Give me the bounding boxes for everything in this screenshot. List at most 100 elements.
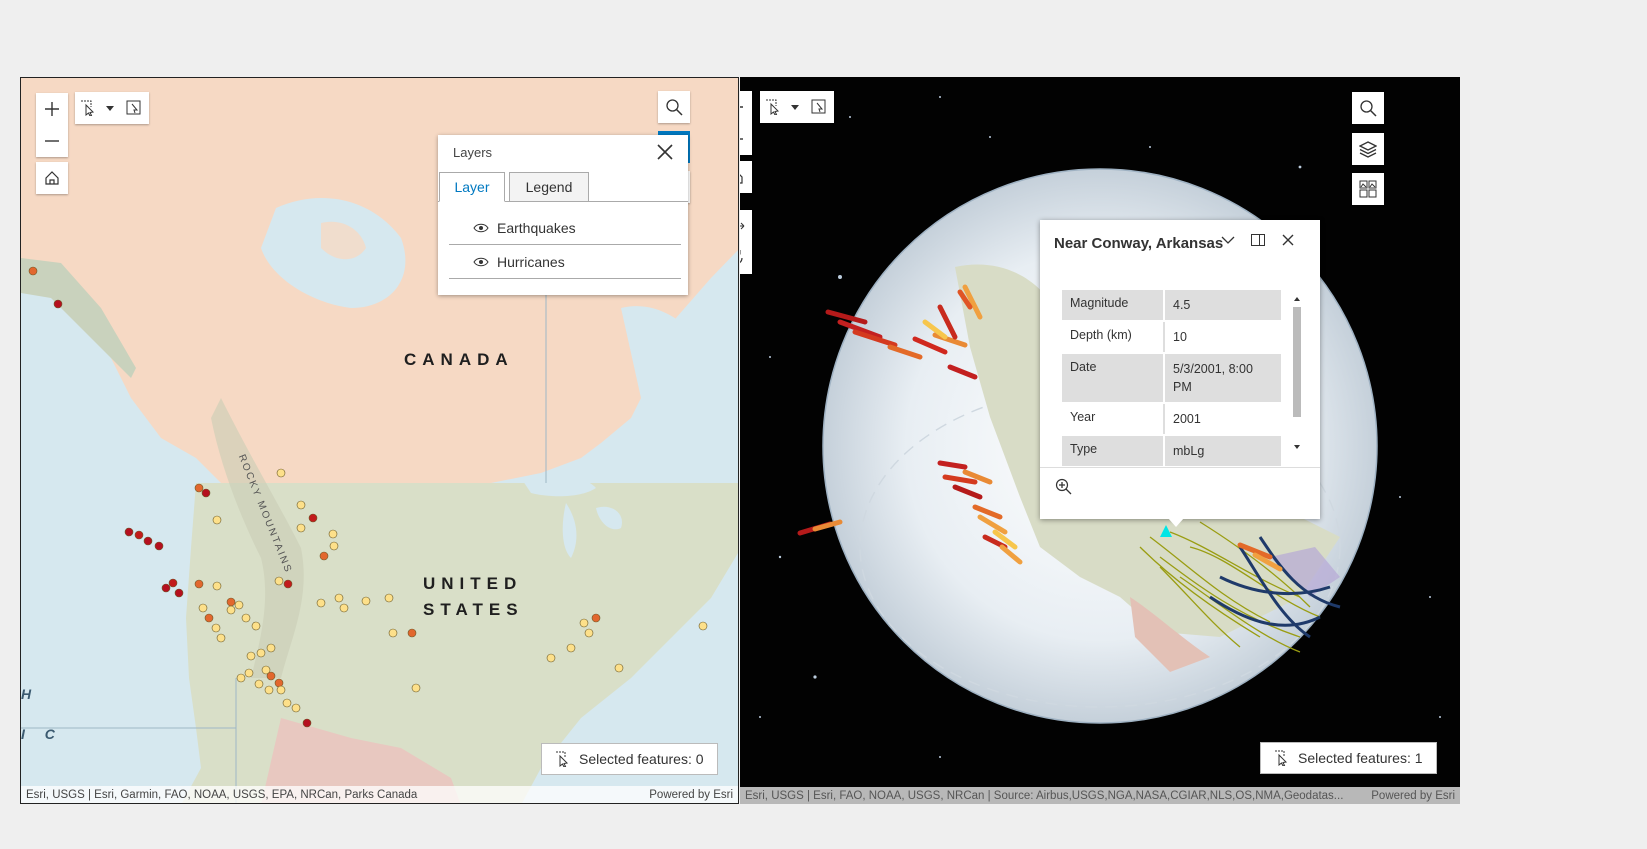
- search-button-3d[interactable]: [1352, 92, 1384, 124]
- zoom-out-button[interactable]: [36, 125, 68, 157]
- popup-row-date: Date 5/3/2001, 8:00 PM: [1062, 354, 1281, 404]
- popup-close-button[interactable]: [1280, 232, 1296, 253]
- home-group-3d: [740, 161, 752, 193]
- selected-features-badge[interactable]: Selected features: 0: [541, 743, 718, 775]
- home-button[interactable]: [36, 162, 68, 194]
- popup-row-depth: Depth (km) 10: [1062, 322, 1281, 354]
- eye-icon[interactable]: [473, 222, 489, 234]
- label-edge-h: H: [21, 686, 32, 702]
- zoom-in-button-3d[interactable]: [740, 91, 752, 123]
- popup-pointer: [1168, 518, 1184, 527]
- pan-button-3d[interactable]: [740, 210, 752, 242]
- powered-by-esri[interactable]: Powered by Esri: [1371, 790, 1455, 802]
- selection-icon: [1275, 750, 1288, 766]
- attribution-text[interactable]: Esri, USGS | Esri, Garmin, FAO, NOAA, US…: [26, 789, 417, 801]
- popup-dock-button[interactable]: [1250, 232, 1266, 253]
- plus-icon: [45, 102, 59, 116]
- feature-popup: Near Conway, Arkansas Magnitude 4.5 Depth…: [1040, 220, 1320, 527]
- search-button[interactable]: [658, 91, 690, 123]
- dock-icon: [1251, 234, 1265, 246]
- tab-layer[interactable]: Layer: [439, 172, 505, 202]
- caret-down-icon: [791, 105, 799, 110]
- popup-field-table: Magnitude 4.5 Depth (km) 10 Date 5/3/2001, …: [1062, 290, 1281, 468]
- search-widget: [658, 91, 690, 123]
- popup-title: Near Conway, Arkansas: [1054, 235, 1224, 252]
- search-widget-3d: [1352, 92, 1384, 124]
- home-button-3d[interactable]: [740, 161, 752, 193]
- field-value: mbLg: [1173, 444, 1205, 458]
- label-united: UNITED: [423, 574, 523, 593]
- selected-features-text: Selected features: 0: [579, 751, 704, 767]
- home-icon: [45, 171, 59, 185]
- label-canada: CANADA: [404, 350, 514, 369]
- select-by-layer-button-3d[interactable]: [804, 91, 834, 123]
- selected-features-text: Selected features: 1: [1298, 750, 1423, 766]
- scene-view-3d[interactable]: Near Conway, Arkansas Magnitude 4.5 Depth…: [740, 77, 1460, 804]
- rotate-icon: [740, 250, 743, 264]
- field-value: 10: [1173, 330, 1187, 344]
- close-icon: [657, 144, 673, 160]
- selected-features-badge-3d[interactable]: Selected features: 1: [1260, 742, 1437, 774]
- chevron-down-icon: [1221, 236, 1235, 244]
- select-rectangle-icon: [766, 99, 780, 115]
- basemap-gallery-button-3d[interactable]: [1352, 173, 1384, 205]
- eye-icon[interactable]: [473, 256, 489, 268]
- plus-icon: [740, 106, 743, 108]
- attribution-bar-3d: Esri, USGS | Esri, FAO, NOAA, USGS, NRCa…: [740, 787, 1460, 804]
- select-dropdown-button-3d[interactable]: [786, 91, 804, 123]
- popup-zoom-to-button[interactable]: [1055, 478, 1073, 501]
- popup-row-magnitude: Magnitude 4.5: [1062, 290, 1281, 322]
- layer-list-button-3d[interactable]: [1352, 133, 1384, 165]
- select-layer-icon: [811, 99, 826, 114]
- layer-item-label: Earthquakes: [497, 219, 576, 236]
- powered-by-esri[interactable]: Powered by Esri: [649, 789, 733, 801]
- popup-row-type: Type mbLg: [1062, 436, 1281, 468]
- search-icon: [666, 99, 683, 116]
- pan-icon: [740, 222, 745, 230]
- search-icon: [1360, 100, 1377, 117]
- select-dropdown-button[interactable]: [101, 92, 119, 124]
- home-icon: [740, 174, 743, 184]
- select-tool-button[interactable]: [75, 92, 101, 124]
- field-name: Date: [1062, 354, 1165, 402]
- field-name: Year: [1062, 404, 1165, 434]
- popup-row-year: Year 2001: [1062, 404, 1281, 436]
- field-name: Type: [1062, 436, 1165, 466]
- field-name: Magnitude: [1062, 290, 1165, 320]
- popup-scrollbar[interactable]: [1292, 295, 1302, 455]
- selection-icon: [556, 751, 569, 767]
- layers-close-button[interactable]: [656, 143, 674, 166]
- select-layer-icon: [126, 100, 141, 115]
- rotate-button-3d[interactable]: [740, 242, 752, 274]
- basemap-gallery-icon: [1359, 180, 1377, 198]
- minus-icon: [740, 138, 743, 140]
- zoom-in-button[interactable]: [36, 93, 68, 125]
- selection-toolbar: [75, 92, 149, 124]
- layers-panel: Layers Layer Legend Earthquakes Hurrican…: [438, 135, 688, 295]
- field-value: 4.5: [1173, 298, 1191, 312]
- layers-icon: [1359, 141, 1377, 158]
- layer-item-hurricanes[interactable]: Hurricanes: [449, 245, 681, 279]
- select-by-layer-button[interactable]: [119, 92, 149, 124]
- selection-toolbar-3d: [760, 91, 834, 123]
- layers-panel-title: Layers: [453, 145, 493, 160]
- field-value: 5/3/2001, 8:00 PM: [1173, 362, 1253, 394]
- basemap-gallery-widget-3d: [1352, 173, 1384, 205]
- scrollbar-track: [1293, 297, 1301, 449]
- select-tool-button-3d[interactable]: [760, 91, 786, 123]
- tab-legend[interactable]: Legend: [509, 172, 589, 202]
- navigation-toggle-3d: [740, 210, 752, 274]
- close-icon: [1282, 234, 1294, 246]
- zoom-out-button-3d[interactable]: [740, 123, 752, 155]
- field-value: 2001: [1173, 412, 1201, 426]
- popup-collapse-button[interactable]: [1220, 232, 1236, 253]
- layer-item-earthquakes[interactable]: Earthquakes: [449, 211, 681, 245]
- field-name: Depth (km): [1062, 322, 1165, 352]
- caret-down-icon: [106, 106, 114, 111]
- zoom-group-3d: [740, 91, 752, 155]
- zoom-to-icon: [1055, 478, 1072, 495]
- attribution-text[interactable]: Esri, USGS | Esri, FAO, NOAA, USGS, NRCa…: [745, 790, 1343, 802]
- select-rectangle-icon: [81, 100, 95, 116]
- map-view-2d[interactable]: CANADA UNITED STATES ROCKY MOUNTAINS H I…: [20, 77, 739, 804]
- home-group: [36, 162, 68, 194]
